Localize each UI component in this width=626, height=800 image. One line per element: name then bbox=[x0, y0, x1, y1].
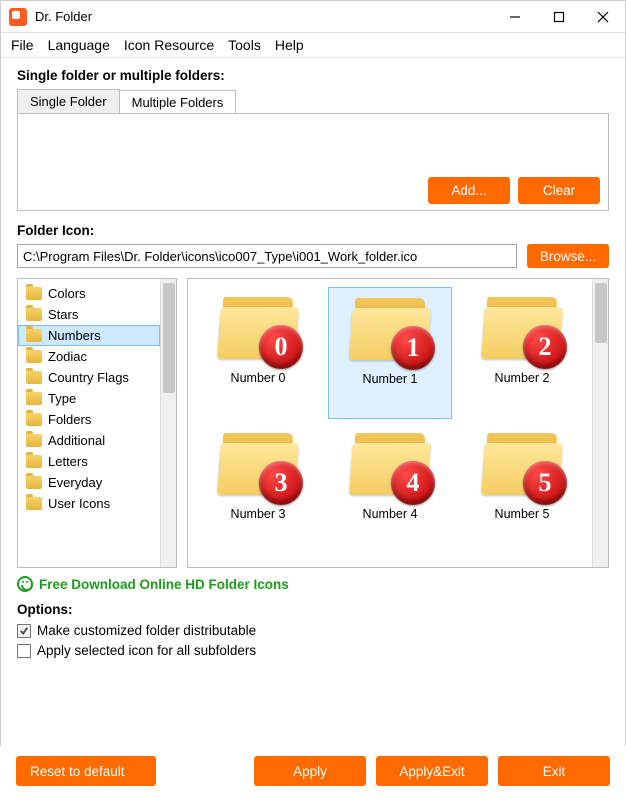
folder-icon bbox=[26, 455, 42, 468]
icon-path-input[interactable] bbox=[17, 244, 517, 268]
tab-single-folder[interactable]: Single Folder bbox=[17, 89, 120, 114]
clear-folders-button[interactable]: Clear bbox=[518, 177, 600, 204]
folder-icon bbox=[26, 413, 42, 426]
option-distributable-label: Make customized folder distributable bbox=[37, 623, 256, 638]
icon-grid-scrollbar[interactable] bbox=[592, 279, 608, 567]
folder-mode-heading: Single folder or multiple folders: bbox=[17, 68, 609, 83]
folder-icon bbox=[26, 329, 42, 342]
menu-tools[interactable]: Tools bbox=[228, 37, 261, 53]
app-icon bbox=[9, 8, 27, 26]
icon-grid-pane: 0 Number 0 1 Number 1 2 Number 2 3 Numbe… bbox=[187, 278, 609, 568]
browse-button[interactable]: Browse... bbox=[527, 244, 609, 268]
folder-icon bbox=[26, 476, 42, 489]
tile-label: Number 3 bbox=[231, 507, 286, 521]
category-folders[interactable]: Folders bbox=[18, 409, 160, 430]
tile-label: Number 5 bbox=[495, 507, 550, 521]
menu-icon-resource[interactable]: Icon Resource bbox=[124, 37, 214, 53]
menu-bar: File Language Icon Resource Tools Help bbox=[1, 33, 625, 58]
icon-tile-number-3[interactable]: 3 Number 3 bbox=[196, 423, 320, 555]
icon-tile-number-4[interactable]: 4 Number 4 bbox=[328, 423, 452, 555]
tile-label: Number 1 bbox=[363, 372, 418, 386]
tile-label: Number 2 bbox=[495, 371, 550, 385]
folder-icon-heading: Folder Icon: bbox=[17, 223, 609, 238]
folder-icon bbox=[26, 308, 42, 321]
category-additional[interactable]: Additional bbox=[18, 430, 160, 451]
icon-tile-number-2[interactable]: 2 Number 2 bbox=[460, 287, 584, 419]
category-country-flags[interactable]: Country Flags bbox=[18, 367, 160, 388]
tile-label: Number 4 bbox=[363, 507, 418, 521]
folder-icon bbox=[26, 287, 42, 300]
icon-tile-number-5[interactable]: 5 Number 5 bbox=[460, 423, 584, 555]
category-everyday[interactable]: Everyday bbox=[18, 472, 160, 493]
title-bar: Dr. Folder bbox=[1, 1, 625, 33]
folder-icon bbox=[26, 434, 42, 447]
options-heading: Options: bbox=[17, 602, 609, 617]
icon-tile-number-0[interactable]: 0 Number 0 bbox=[196, 287, 320, 419]
reset-button[interactable]: Reset to default bbox=[16, 756, 156, 786]
close-button[interactable] bbox=[581, 1, 625, 33]
icon-tile-number-1[interactable]: 1 Number 1 bbox=[328, 287, 452, 419]
folders-list-box[interactable]: Add... Clear bbox=[17, 113, 609, 211]
smiley-icon bbox=[17, 576, 33, 592]
category-letters[interactable]: Letters bbox=[18, 451, 160, 472]
tile-label: Number 0 bbox=[231, 371, 286, 385]
window-title: Dr. Folder bbox=[35, 9, 493, 24]
tab-multiple-folders[interactable]: Multiple Folders bbox=[120, 90, 237, 115]
folder-mode-tabs: Single Folder Multiple Folders bbox=[17, 89, 609, 114]
category-zodiac[interactable]: Zodiac bbox=[18, 346, 160, 367]
option-subfolders-label: Apply selected icon for all subfolders bbox=[37, 643, 256, 658]
category-type[interactable]: Type bbox=[18, 388, 160, 409]
menu-language[interactable]: Language bbox=[48, 37, 110, 53]
minimize-button[interactable] bbox=[493, 1, 537, 33]
add-folder-button[interactable]: Add... bbox=[428, 177, 510, 204]
apply-button[interactable]: Apply bbox=[254, 756, 366, 786]
category-colors[interactable]: Colors bbox=[18, 283, 160, 304]
bottom-button-bar: Reset to default Apply Apply&Exit Exit bbox=[0, 746, 626, 800]
menu-help[interactable]: Help bbox=[275, 37, 304, 53]
checkbox-subfolders[interactable] bbox=[17, 644, 31, 658]
category-list: Colors Stars Numbers Zodiac Country Flag… bbox=[17, 278, 177, 568]
category-stars[interactable]: Stars bbox=[18, 304, 160, 325]
menu-file[interactable]: File bbox=[11, 37, 34, 53]
folder-icon bbox=[26, 392, 42, 405]
folder-icon bbox=[26, 497, 42, 510]
category-user-icons[interactable]: User Icons bbox=[18, 493, 160, 514]
folder-icon bbox=[26, 371, 42, 384]
maximize-button[interactable] bbox=[537, 1, 581, 33]
apply-exit-button[interactable]: Apply&Exit bbox=[376, 756, 488, 786]
category-scrollbar[interactable] bbox=[160, 279, 176, 567]
folder-icon bbox=[26, 350, 42, 363]
exit-button[interactable]: Exit bbox=[498, 756, 610, 786]
download-icons-link[interactable]: Free Download Online HD Folder Icons bbox=[17, 576, 609, 592]
category-numbers[interactable]: Numbers bbox=[18, 325, 160, 346]
checkbox-distributable[interactable] bbox=[17, 624, 31, 638]
